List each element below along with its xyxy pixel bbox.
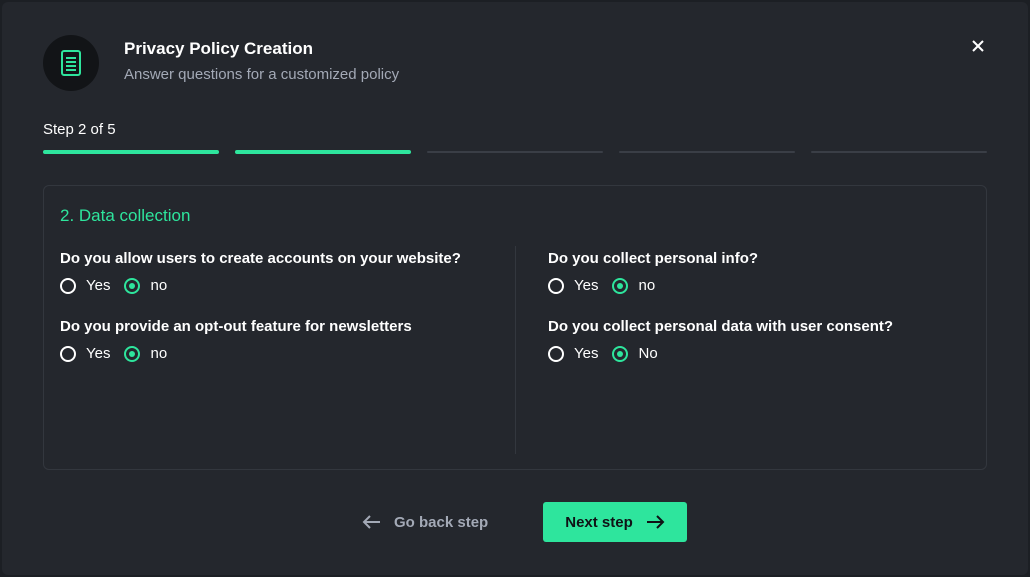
step-indicator: Step 2 of 5 xyxy=(43,121,116,138)
radio-circle xyxy=(612,277,629,294)
radio-circle xyxy=(124,345,141,362)
go-back-button[interactable]: Go back step xyxy=(362,502,488,542)
radio-circle xyxy=(60,277,76,294)
next-step-button[interactable]: Next step xyxy=(543,502,687,542)
radio-option-yes[interactable]: Yes xyxy=(60,345,110,362)
question-create-accounts: Do you allow users to create accounts on… xyxy=(60,250,461,267)
radio-circle xyxy=(60,345,76,362)
progress-segment-5 xyxy=(811,151,987,153)
question-personal-info: Do you collect personal info? xyxy=(548,250,759,267)
radio-option-yes[interactable]: Yes xyxy=(60,277,110,294)
radio-circle xyxy=(612,345,629,362)
data-collection-section: 2. Data collection Do you allow users to… xyxy=(43,185,987,470)
document-icon xyxy=(43,35,99,91)
close-button[interactable] xyxy=(966,34,990,58)
question-newsletter-opt-out: Do you provide an opt-out feature for ne… xyxy=(60,318,412,335)
step-progress-bar xyxy=(43,149,987,155)
modal-title: Privacy Policy Creation xyxy=(124,39,313,58)
section-title: 2. Data collection xyxy=(60,206,191,225)
privacy-policy-modal: Privacy Policy Creation Answer questions… xyxy=(2,2,1028,575)
question-newsletter-opt-out-options: Yes no xyxy=(60,345,181,362)
arrow-right-icon xyxy=(646,515,665,529)
go-back-label: Go back step xyxy=(394,513,489,531)
progress-segment-1 xyxy=(43,150,219,154)
radio-circle xyxy=(548,345,564,362)
progress-segment-2 xyxy=(235,150,411,154)
radio-option-no[interactable]: no xyxy=(124,277,167,294)
modal-subtitle: Answer questions for a customized policy xyxy=(124,66,400,83)
question-user-consent-options: Yes No xyxy=(548,345,672,362)
radio-circle xyxy=(124,277,141,294)
question-create-accounts-options: Yes no xyxy=(60,277,181,294)
radio-circle xyxy=(548,277,564,294)
radio-option-yes[interactable]: Yes xyxy=(548,345,598,362)
radio-option-yes[interactable]: Yes xyxy=(548,277,598,294)
question-personal-info-options: Yes no xyxy=(548,277,669,294)
radio-option-no[interactable]: no xyxy=(124,345,167,362)
arrow-left-icon xyxy=(362,515,380,529)
radio-option-no[interactable]: no xyxy=(612,277,655,294)
question-user-consent: Do you collect personal data with user c… xyxy=(548,318,894,335)
radio-option-no[interactable]: No xyxy=(612,345,658,362)
column-divider xyxy=(515,246,516,454)
progress-segment-4 xyxy=(619,151,795,153)
close-icon xyxy=(972,40,984,52)
next-step-label: Next step xyxy=(565,513,633,531)
progress-segment-3 xyxy=(427,151,603,153)
